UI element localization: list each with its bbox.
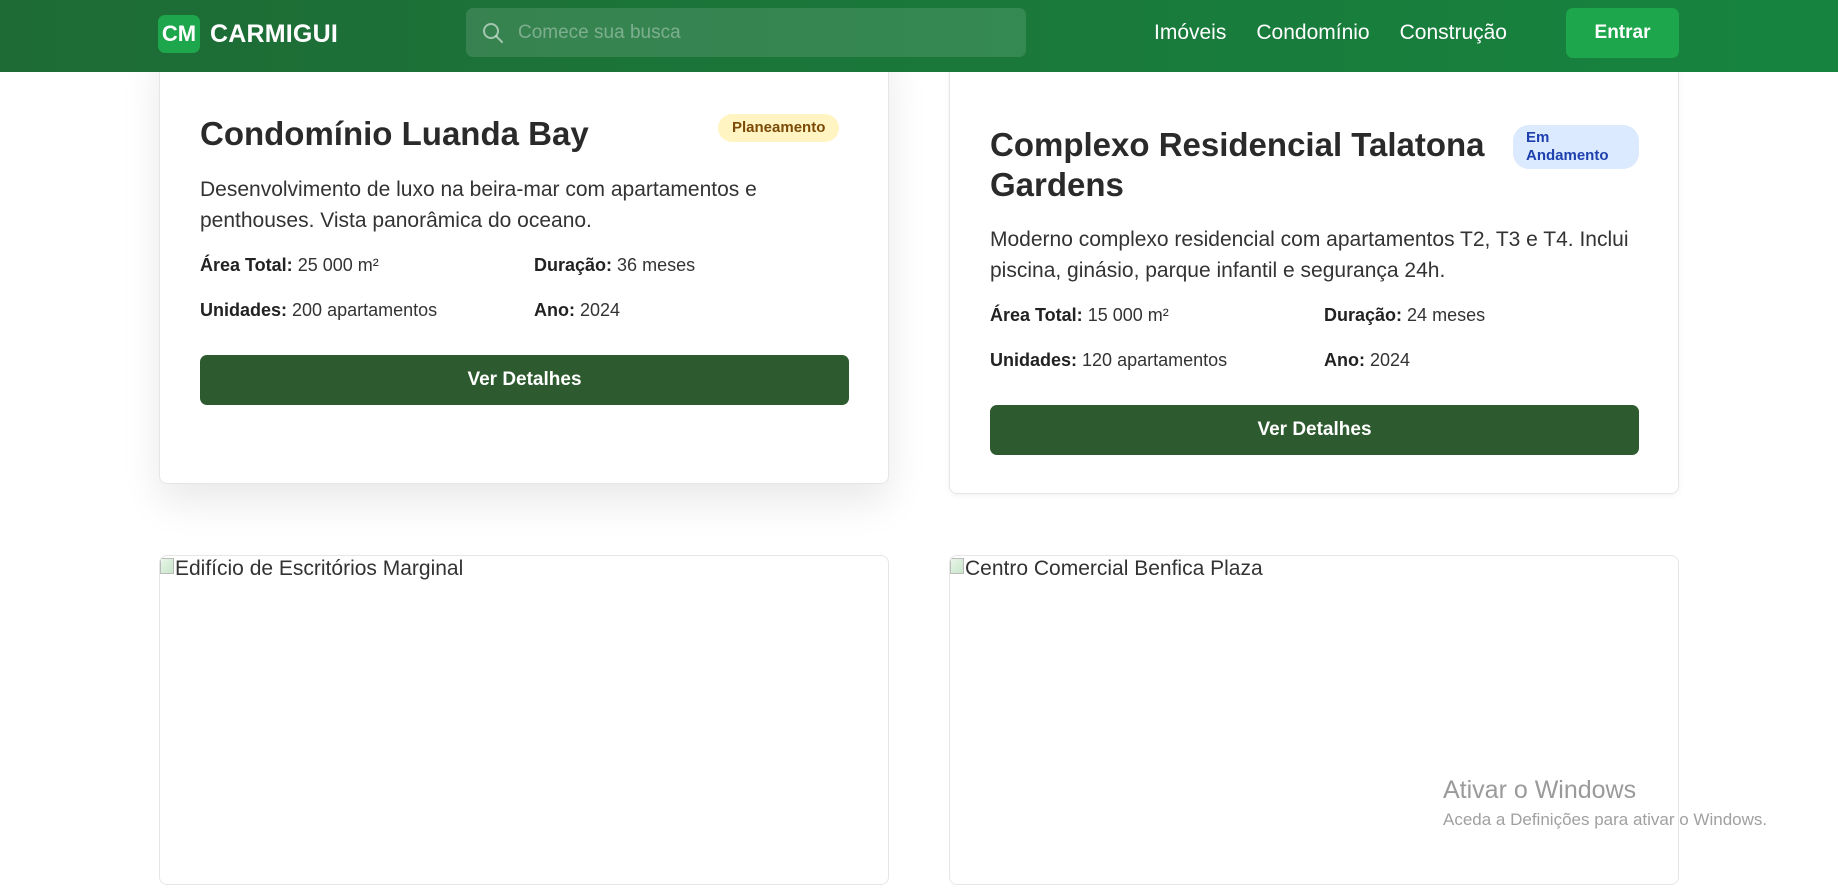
- spec-area-value: 25 000 m²: [297, 255, 379, 275]
- search-bar: [466, 8, 1026, 57]
- spec-area-label: Área Total:: [200, 255, 293, 275]
- project-title: Condomínio Luanda Bay: [200, 115, 589, 152]
- project-image-card[interactable]: Centro Comercial Benfica Plaza: [949, 555, 1679, 885]
- spec-duration-label: Duração:: [1324, 305, 1403, 325]
- image-alt-text: Centro Comercial Benfica Plaza: [965, 557, 1263, 580]
- status-badge: Planeamento: [718, 114, 840, 142]
- project-image-card[interactable]: Edifício de Escritórios Marginal: [159, 555, 889, 885]
- view-details-button[interactable]: Ver Detalhes: [200, 355, 849, 405]
- windows-watermark-title: Ativar o Windows: [1443, 776, 1637, 804]
- project-description: Moderno complexo residencial com apartam…: [990, 228, 1629, 282]
- project-card: Complexo Residencial Talatona Gardens Em…: [949, 40, 1679, 494]
- spec-area-label: Área Total:: [990, 305, 1083, 325]
- spec-units-label: Unidades:: [200, 300, 288, 320]
- brand-mark: CM: [158, 15, 200, 53]
- project-title: Complexo Residencial Talatona Gardens: [990, 126, 1485, 203]
- windows-watermark-subtitle: Aceda a Definições para ativar o Windows…: [1443, 810, 1768, 829]
- nav-link-construcao[interactable]: Construção: [1400, 21, 1507, 45]
- brand-logo[interactable]: CM CARMIGUI: [158, 15, 338, 53]
- project-image: Edifício de Escritórios Marginal: [160, 556, 463, 582]
- spec-units: Unidades: 120 apartamentos: [990, 350, 1227, 371]
- spec-duration-label: Duração:: [534, 255, 613, 275]
- view-details-button[interactable]: Ver Detalhes: [990, 405, 1639, 455]
- brand-name: CARMIGUI: [210, 19, 338, 48]
- broken-image-icon: [160, 558, 174, 574]
- spec-duration: Duração: 36 meses: [534, 255, 695, 276]
- spec-year-label: Ano:: [534, 300, 575, 320]
- spec-units-value: 120 apartamentos: [1082, 350, 1228, 370]
- spec-year-label: Ano:: [1324, 350, 1365, 370]
- spec-year-value: 2024: [580, 300, 621, 320]
- broken-image-icon: [950, 558, 964, 574]
- search-icon: [480, 20, 506, 46]
- nav-link-imoveis[interactable]: Imóveis: [1154, 21, 1226, 45]
- spec-units-label: Unidades:: [990, 350, 1078, 370]
- spec-area: Área Total: 25 000 m²: [200, 255, 379, 276]
- spec-duration-value: 24 meses: [1407, 305, 1486, 325]
- spec-units-value: 200 apartamentos: [292, 300, 438, 320]
- spec-duration: Duração: 24 meses: [1324, 305, 1485, 326]
- project-card: Condomínio Luanda Bay Planeamento Desenv…: [159, 40, 889, 484]
- spec-year-value: 2024: [1370, 350, 1411, 370]
- project-image: Centro Comercial Benfica Plaza: [950, 556, 1263, 582]
- spec-year: Ano: 2024: [534, 300, 620, 321]
- spec-area: Área Total: 15 000 m²: [990, 305, 1169, 326]
- image-alt-text: Edifício de Escritórios Marginal: [175, 557, 464, 580]
- project-description: Desenvolvimento de luxo na beira-mar com…: [200, 178, 757, 232]
- spec-duration-value: 36 meses: [617, 255, 696, 275]
- nav-link-condominio[interactable]: Condomínio: [1256, 21, 1369, 45]
- spec-year: Ano: 2024: [1324, 350, 1410, 371]
- login-button[interactable]: Entrar: [1566, 8, 1679, 58]
- spec-units: Unidades: 200 apartamentos: [200, 300, 437, 321]
- spec-area-value: 15 000 m²: [1087, 305, 1169, 325]
- top-navbar: CM CARMIGUI Imóveis Condomínio Construçã…: [0, 0, 1838, 72]
- search-input[interactable]: [516, 11, 1012, 54]
- nav-links: Imóveis Condomínio Construção: [1154, 18, 1537, 48]
- status-badge: Em Andamento: [1513, 125, 1639, 169]
